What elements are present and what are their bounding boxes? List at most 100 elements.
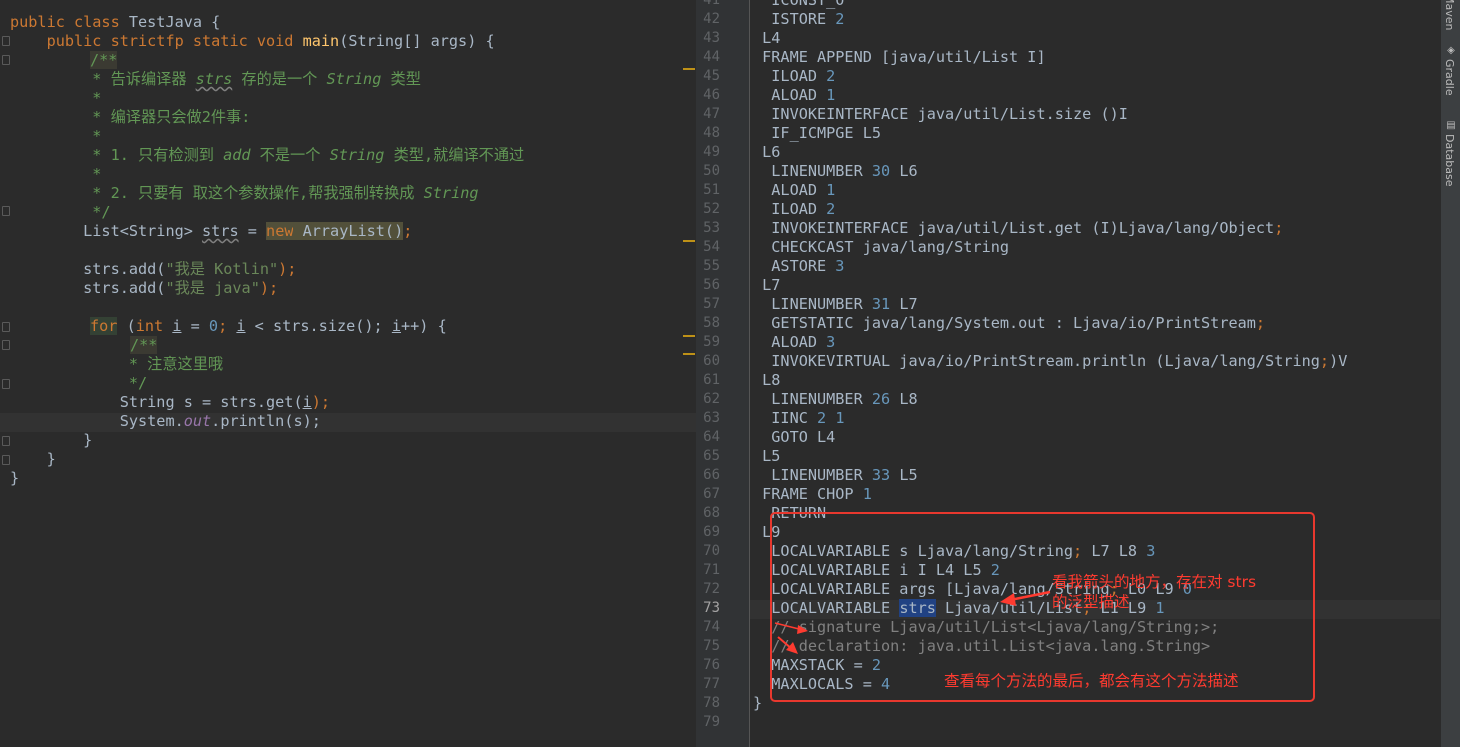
- bytecode-line[interactable]: LINENUMBER 31 L7: [753, 295, 917, 314]
- line-number: 62: [703, 391, 720, 407]
- code-line[interactable]: System.out.println(s);: [10, 412, 321, 431]
- bytecode-line[interactable]: LINENUMBER 30 L6: [753, 162, 917, 181]
- code-line[interactable]: strs.add("我是 java");: [10, 279, 278, 298]
- line-number: 44: [703, 49, 720, 65]
- line-number: 55: [703, 258, 720, 274]
- bytecode-line[interactable]: L7: [753, 276, 780, 295]
- annotation-arrow-note: 看我箭头的地方，存在对 strs: [1052, 573, 1257, 591]
- bytecode-line[interactable]: LINENUMBER 33 L5: [753, 466, 917, 485]
- code-line[interactable]: * 注意这里哦: [10, 355, 223, 374]
- fold-gutter: [0, 0, 10, 747]
- warning-stripe-marker[interactable]: [683, 335, 695, 337]
- code-line[interactable]: }: [10, 431, 92, 450]
- line-number: 69: [703, 524, 720, 540]
- code-line[interactable]: * 告诉编译器 strs 存的是一个 String 类型: [10, 70, 421, 89]
- tool-window-strip: Maven ◈ Gradle ▤ Database: [1440, 0, 1460, 747]
- warning-stripe-marker[interactable]: [683, 240, 695, 242]
- maven-tab[interactable]: Maven: [1443, 0, 1459, 30]
- bytecode-line[interactable]: CHECKCAST java/lang/String: [753, 238, 1009, 257]
- code-line[interactable]: for (int i = 0; i < strs.size(); i++) {: [90, 317, 447, 336]
- fold-marker[interactable]: [2, 55, 10, 65]
- line-number: 43: [703, 30, 720, 46]
- warning-stripe-marker[interactable]: [683, 353, 695, 355]
- line-number: 66: [703, 467, 720, 483]
- gradle-icon: ◈: [1447, 45, 1455, 56]
- line-number: 72: [703, 581, 720, 597]
- gradle-tab[interactable]: ◈ Gradle: [1443, 46, 1459, 96]
- code-line[interactable]: String s = strs.get(i);: [10, 393, 330, 412]
- code-line[interactable]: *: [10, 89, 101, 108]
- java-source-editor[interactable]: public class TestJava { public strictfp …: [0, 0, 696, 747]
- fold-marker[interactable]: [2, 322, 10, 332]
- annotation-bottom-note: 查看每个方法的最后，都会有这个方法描述: [944, 672, 1239, 690]
- bytecode-line[interactable]: ALOAD 1: [753, 86, 835, 105]
- line-number: 68: [703, 505, 720, 521]
- code-line[interactable]: strs.add("我是 Kotlin");: [10, 260, 296, 279]
- database-tab[interactable]: ▤ Database: [1443, 121, 1459, 187]
- bytecode-line[interactable]: L4: [753, 29, 780, 48]
- bytecode-line[interactable]: ILOAD 2: [753, 67, 835, 86]
- line-number: 49: [703, 144, 720, 160]
- line-number: 65: [703, 448, 720, 464]
- code-line[interactable]: public strictfp static void main(String[…: [10, 32, 495, 51]
- line-number: 63: [703, 410, 720, 426]
- line-number: 61: [703, 372, 720, 388]
- bytecode-line[interactable]: FRAME CHOP 1: [753, 485, 872, 504]
- code-line[interactable]: * 2. 只要有 取这个参数操作,帮我强制转换成 String: [10, 184, 478, 203]
- code-line[interactable]: /**: [90, 51, 118, 70]
- fold-marker[interactable]: [2, 36, 10, 46]
- bytecode-line[interactable]: INVOKEVIRTUAL java/io/PrintStream.printl…: [753, 352, 1347, 371]
- warning-stripe-marker[interactable]: [683, 68, 695, 70]
- code-line[interactable]: public class TestJava {: [10, 13, 220, 32]
- line-number: 77: [703, 676, 720, 692]
- line-number: 50: [703, 163, 720, 179]
- line-number: 57: [703, 296, 720, 312]
- bytecode-line[interactable]: ASTORE 3: [753, 257, 844, 276]
- fold-marker[interactable]: [2, 436, 10, 446]
- line-number: 78: [703, 695, 720, 711]
- bytecode-line[interactable]: ALOAD 3: [753, 333, 835, 352]
- code-line[interactable]: }: [10, 450, 56, 469]
- bytecode-line[interactable]: LINENUMBER 26 L8: [753, 390, 917, 409]
- bytecode-line[interactable]: IINC 2 1: [753, 409, 844, 428]
- code-line[interactable]: *: [10, 127, 101, 146]
- line-number: 52: [703, 201, 720, 217]
- bytecode-line[interactable]: ALOAD 1: [753, 181, 835, 200]
- bytecode-line[interactable]: GOTO L4: [753, 428, 835, 447]
- line-number: 54: [703, 239, 720, 255]
- database-icon: ▤: [1446, 120, 1456, 131]
- bytecode-line[interactable]: ISTORE 2: [753, 10, 844, 29]
- fold-marker[interactable]: [2, 379, 10, 389]
- bytecode-line[interactable]: L8: [753, 371, 780, 390]
- bytecode-line[interactable]: INVOKEINTERFACE java/util/List.size ()I: [753, 105, 1128, 124]
- line-number: 60: [703, 353, 720, 369]
- line-number: 59: [703, 334, 720, 350]
- line-number: 42: [703, 11, 720, 27]
- code-line[interactable]: /**: [130, 336, 158, 355]
- line-number: 74: [703, 619, 720, 635]
- bytecode-line[interactable]: INVOKEINTERFACE java/util/List.get (I)Lj…: [753, 219, 1283, 238]
- code-line[interactable]: *: [10, 165, 101, 184]
- bytecode-line[interactable]: ILOAD 2: [753, 200, 835, 219]
- fold-marker[interactable]: [2, 455, 10, 465]
- bytecode-line[interactable]: L6: [753, 143, 780, 162]
- code-line[interactable]: List<String> strs = new ArrayList();: [10, 222, 412, 241]
- bytecode-line[interactable]: L5: [753, 447, 780, 466]
- bytecode-line[interactable]: IF_ICMPGE L5: [753, 124, 881, 143]
- code-line[interactable]: */: [10, 374, 147, 393]
- fold-marker[interactable]: [2, 206, 10, 216]
- code-line[interactable]: */: [10, 203, 110, 222]
- code-line[interactable]: * 编译器只会做2件事:: [10, 108, 250, 127]
- code-line[interactable]: }: [10, 469, 19, 488]
- fold-marker[interactable]: [2, 340, 10, 350]
- line-number: 71: [703, 562, 720, 578]
- line-number: 45: [703, 68, 720, 84]
- bytecode-line[interactable]: GETSTATIC java/lang/System.out : Ljava/i…: [753, 314, 1265, 333]
- bytecode-line[interactable]: ICONST_0: [753, 0, 844, 10]
- bytecode-line[interactable]: FRAME APPEND [java/util/List I]: [753, 48, 1045, 67]
- code-line[interactable]: * 1. 只有检测到 add 不是一个 String 类型,就编译不通过: [10, 146, 524, 165]
- bytecode-line[interactable]: }: [753, 694, 762, 713]
- line-number: 41: [703, 0, 720, 8]
- line-number: 76: [703, 657, 720, 673]
- line-number: 58: [703, 315, 720, 331]
